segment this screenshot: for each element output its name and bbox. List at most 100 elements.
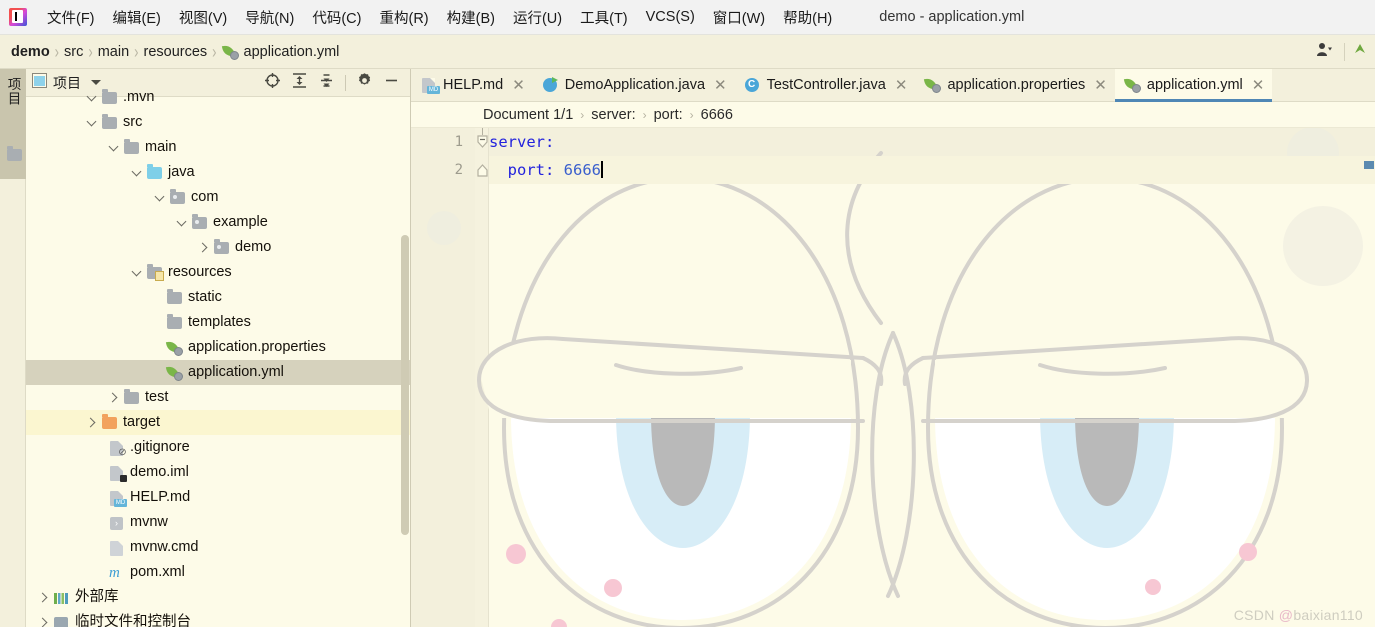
tree-item-com[interactable]: com: [26, 185, 410, 210]
menu-item-refactor[interactable]: 重构(R): [370, 4, 437, 31]
breadcrumb-value[interactable]: 6666: [701, 107, 733, 123]
tab-close-icon[interactable]: ✕: [1094, 76, 1107, 94]
tree-item-help-md[interactable]: MD HELP.md: [26, 485, 410, 510]
tree-item-static[interactable]: static: [26, 285, 410, 310]
tree-item-mvnw[interactable]: › mvnw: [26, 510, 410, 535]
breadcrumb-item-src[interactable]: src: [64, 44, 83, 60]
chevron-right-icon[interactable]: [38, 617, 50, 627]
person-dropdown-icon[interactable]: [1317, 42, 1334, 62]
tree-item-templates[interactable]: templates: [26, 310, 410, 335]
tab-demoapplication-java[interactable]: DemoApplication.java ✕: [533, 69, 735, 101]
editor-gutter[interactable]: 1 2: [411, 128, 475, 627]
tree-item-demo[interactable]: demo: [26, 235, 410, 260]
tree-item-main[interactable]: main: [26, 135, 410, 160]
tab-application-properties[interactable]: application.properties ✕: [915, 69, 1114, 101]
spring-leaf-icon: [221, 43, 239, 60]
tree-item-gitignore[interactable]: ⊘ .gitignore: [26, 435, 410, 460]
code-text[interactable]: server: port: 6666: [489, 128, 1375, 627]
spring-leaf-icon: [1123, 76, 1141, 93]
spring-leaf-icon: [165, 339, 183, 356]
menu-item-run[interactable]: 运行(U): [504, 4, 571, 31]
menu-item-help[interactable]: 帮助(H): [774, 4, 841, 31]
project-panel-scrollbar[interactable]: [401, 235, 409, 535]
editor-tab-bar: MD HELP.md ✕ DemoApplication.java ✕ C Te…: [411, 69, 1375, 102]
iml-file-icon: [108, 465, 127, 482]
breadcrumb-item-main[interactable]: main: [98, 44, 129, 60]
breadcrumb-separator: ›: [54, 40, 60, 63]
editor-vertical-scrollbar[interactable]: [1363, 161, 1375, 627]
tree-item-demo-iml[interactable]: demo.iml: [26, 460, 410, 485]
code-folding-column[interactable]: [475, 128, 489, 627]
chevron-down-icon[interactable]: [86, 117, 98, 129]
tree-item-label: static: [188, 289, 222, 306]
breadcrumb-server[interactable]: server:: [591, 107, 635, 123]
menu-item-file[interactable]: 文件(F): [38, 4, 104, 31]
tab-close-icon[interactable]: ✕: [895, 76, 908, 94]
chevron-down-icon[interactable]: [131, 167, 143, 179]
tree-item-mvn[interactable]: .mvn: [26, 85, 410, 110]
fold-region-end-icon[interactable]: [476, 163, 489, 183]
menu-item-tools[interactable]: 工具(T): [571, 4, 637, 31]
scroll-up-arrow-icon[interactable]: [1353, 42, 1367, 61]
tree-item-test[interactable]: test: [26, 385, 410, 410]
tab-close-icon[interactable]: ✕: [512, 76, 525, 94]
tree-item-target[interactable]: target: [26, 410, 410, 435]
breadcrumb-item-resources[interactable]: resources: [143, 44, 207, 60]
breadcrumb-item-application-yml[interactable]: application.yml: [221, 43, 340, 60]
tree-item-src[interactable]: src: [26, 110, 410, 135]
scrollbar-thumb[interactable]: [1364, 161, 1374, 169]
tab-testcontroller-java[interactable]: C TestController.java ✕: [735, 69, 916, 101]
chevron-right-icon[interactable]: [198, 242, 210, 254]
project-tree: .mvn src main java com example demo reso…: [26, 85, 410, 627]
tab-application-yml[interactable]: application.yml ✕: [1114, 69, 1273, 102]
menu-item-vcs[interactable]: VCS(S): [637, 6, 704, 28]
tree-item-application-yml[interactable]: application.yml: [26, 360, 410, 385]
spring-leaf-icon: [924, 76, 942, 93]
tree-item-application-properties[interactable]: application.properties: [26, 335, 410, 360]
tree-item-label: pom.xml: [130, 564, 185, 581]
breadcrumb-port[interactable]: port:: [654, 107, 683, 123]
menu-item-edit[interactable]: 编辑(E): [104, 4, 170, 31]
chevron-down-icon[interactable]: [131, 267, 143, 279]
watermark-handle: baixian110: [1293, 607, 1363, 623]
tree-item-scratches-and-consoles[interactable]: 临时文件和控制台: [26, 610, 410, 627]
md-badge: MD: [114, 498, 127, 507]
yaml-key-server: server:: [489, 133, 555, 151]
tab-help-md[interactable]: MD HELP.md ✕: [411, 69, 533, 101]
breadcrumb-item-demo[interactable]: demo: [0, 44, 50, 60]
tab-close-icon[interactable]: ✕: [1252, 76, 1265, 94]
menu-item-code[interactable]: 代码(C): [303, 4, 370, 31]
code-line-2[interactable]: port: 6666: [489, 156, 1375, 184]
code-editor[interactable]: 1 2 server: port: 6666: [411, 128, 1375, 627]
tree-item-resources[interactable]: resources: [26, 260, 410, 285]
chevron-down-icon[interactable]: [86, 92, 98, 104]
tab-close-icon[interactable]: ✕: [714, 76, 727, 94]
fold-region-open-icon[interactable]: [476, 135, 489, 155]
chevron-down-icon[interactable]: [176, 217, 188, 229]
tree-item-external-libraries[interactable]: 外部库: [26, 585, 410, 610]
chevron-right-icon[interactable]: [86, 417, 98, 429]
tree-item-java[interactable]: java: [26, 160, 410, 185]
chevron-down-icon[interactable]: [154, 192, 166, 204]
tree-item-label: mvnw.cmd: [130, 539, 199, 556]
resources-folder-icon: [146, 263, 164, 281]
scratches-icon: [53, 615, 70, 627]
breadcrumb-separator: ›: [134, 40, 139, 63]
watermark-prefix: CSDN: [1233, 607, 1279, 623]
menu-item-build[interactable]: 构建(B): [438, 4, 504, 31]
spring-leaf-icon: [165, 364, 183, 381]
breadcrumb-document[interactable]: Document 1/1: [483, 107, 573, 123]
menu-item-navigate[interactable]: 导航(N): [236, 4, 303, 31]
tree-item-mvnw-cmd[interactable]: mvnw.cmd: [26, 535, 410, 560]
breadcrumb-label: application.yml: [243, 43, 340, 60]
chevron-right-icon[interactable]: [108, 392, 120, 404]
chevron-right-icon[interactable]: [38, 592, 50, 604]
menu-item-view[interactable]: 视图(V): [170, 4, 236, 31]
menu-item-window[interactable]: 窗口(W): [704, 4, 774, 31]
chevron-down-icon[interactable]: [108, 142, 120, 154]
shell-script-file-icon: ›: [108, 515, 125, 531]
tree-item-pom-xml[interactable]: m pom.xml: [26, 560, 410, 585]
tree-item-example[interactable]: example: [26, 210, 410, 235]
code-line-1[interactable]: server:: [489, 128, 1375, 156]
